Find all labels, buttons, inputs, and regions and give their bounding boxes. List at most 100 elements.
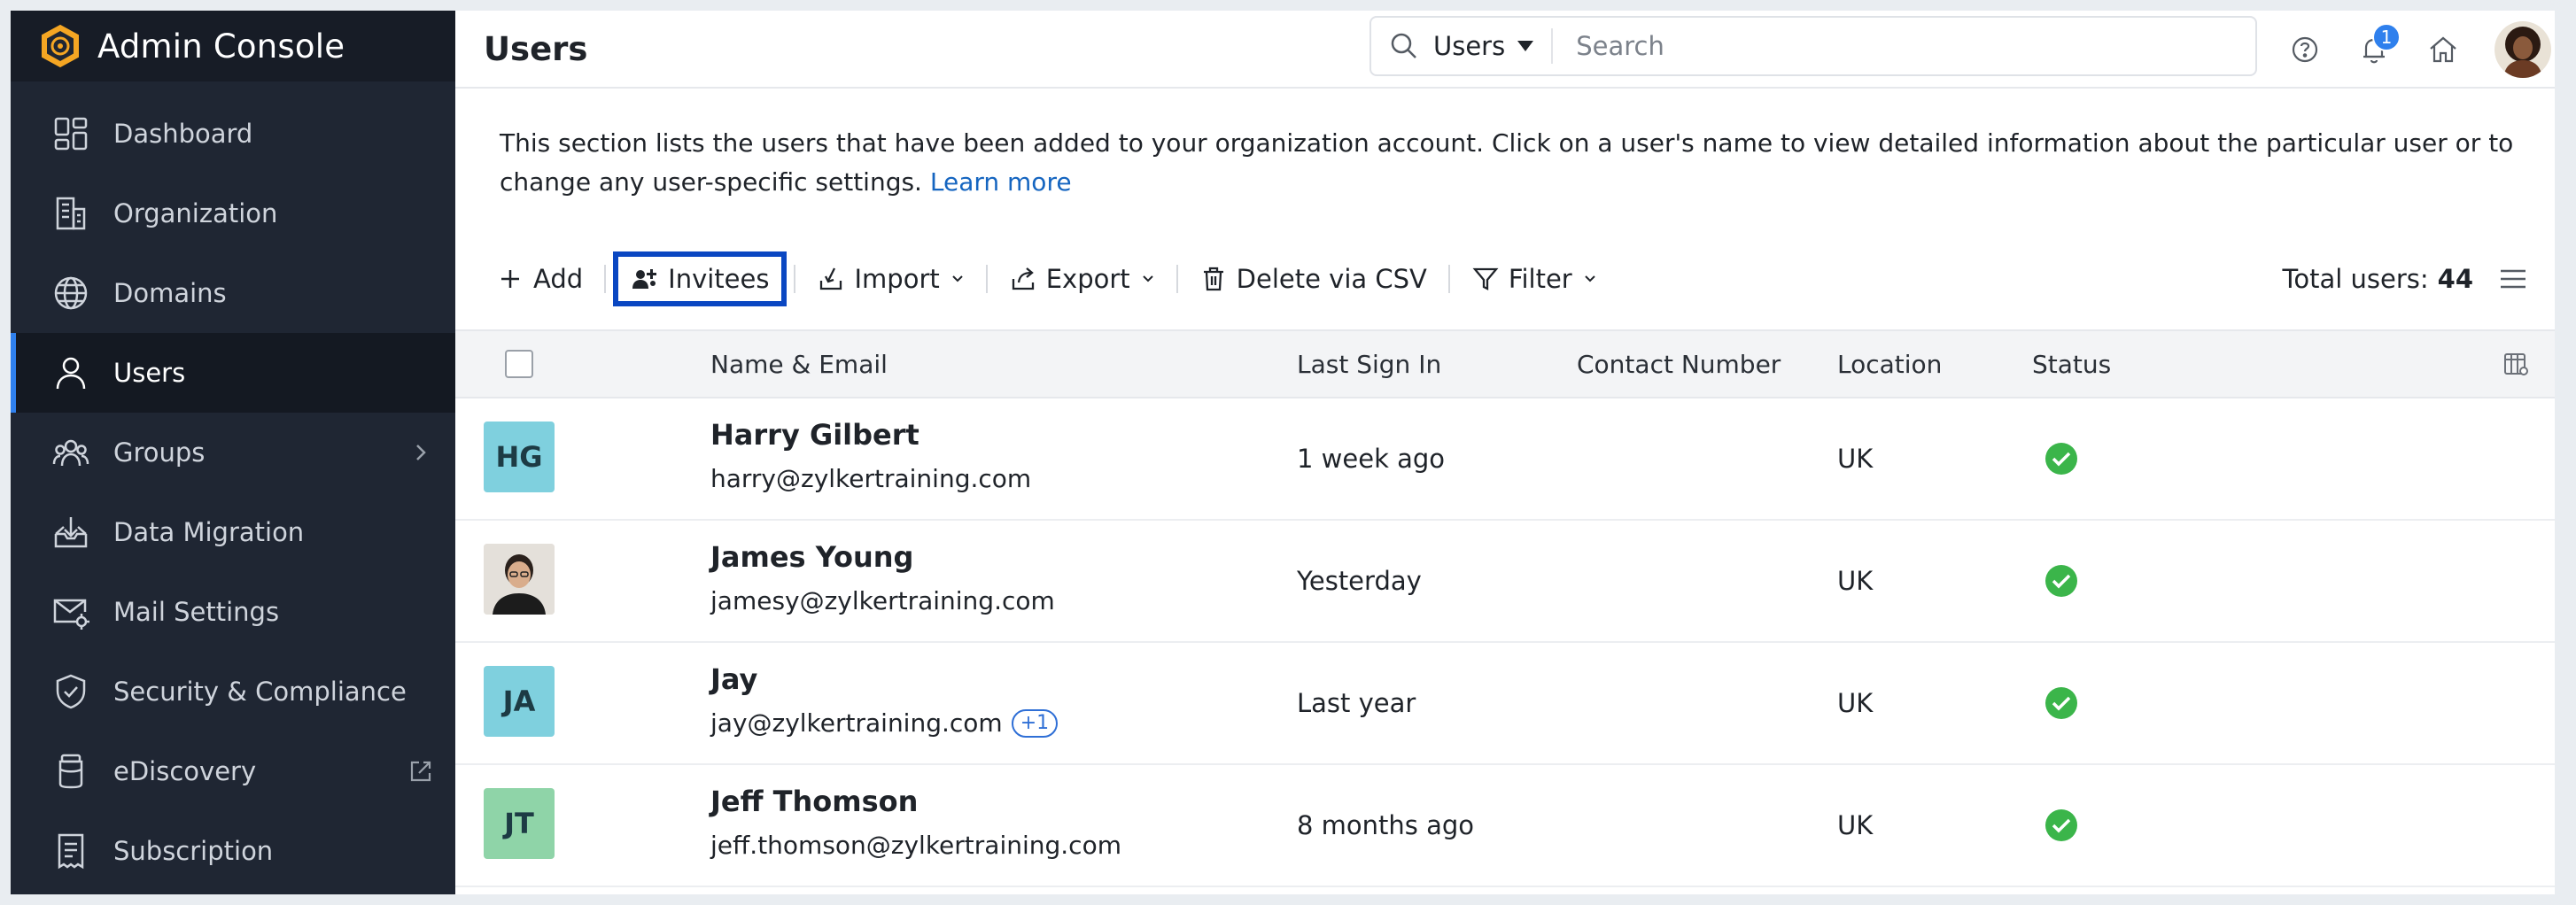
table-row[interactable]: James Young jamesy@zylkertraining.com Ye… <box>455 521 2555 643</box>
location-cell: UK <box>1837 444 1874 474</box>
invitees-icon <box>632 269 657 289</box>
sidebar-item-groups[interactable]: Groups <box>11 413 455 492</box>
sidebar-item-subscription[interactable]: Subscription <box>11 811 455 891</box>
status-active-icon <box>2045 809 2077 841</box>
filter-label: Filter <box>1508 264 1572 294</box>
filter-button[interactable]: Filter <box>1457 251 1611 306</box>
sidebar-item-label: Dashboard <box>113 119 253 149</box>
user-email-row: jamesy@zylkertraining.com <box>710 586 1055 615</box>
name-email-cell: Jeff Thomson jeff.thomson@zylkertraining… <box>710 785 1121 860</box>
dashboard-icon <box>54 117 88 151</box>
search-divider <box>1551 28 1554 64</box>
sidebar-item-ediscovery[interactable]: eDiscovery <box>11 731 455 811</box>
add-user-button[interactable]: Add <box>482 251 597 306</box>
last-sign-in-cell: 8 months ago <box>1297 810 1475 840</box>
user-avatar[interactable] <box>2495 21 2551 78</box>
location-cell: UK <box>1837 688 1874 718</box>
description-text: This section lists the users that have b… <box>500 128 2514 197</box>
sidebar-nav: Dashboard Organization Domains Users Gro… <box>11 81 455 891</box>
user-email: jay@zylkertraining.com <box>710 708 1003 738</box>
top-bar: Users Users Search 1 <box>455 11 2555 89</box>
select-all-cell <box>505 331 533 397</box>
user-email: harry@zylkertraining.com <box>710 464 1032 493</box>
column-last-sign-in[interactable]: Last Sign In <box>1297 331 1441 397</box>
sidebar-item-security-compliance[interactable]: Security & Compliance <box>11 652 455 731</box>
receipt-icon <box>58 833 84 870</box>
user-email-row: jay@zylkertraining.com +1 <box>710 708 1059 738</box>
hamburger-menu-icon[interactable] <box>2498 266 2528 292</box>
sidebar-item-organization[interactable]: Organization <box>11 174 455 253</box>
export-button[interactable]: Export <box>995 251 1169 306</box>
toolbar-divider <box>604 265 607 293</box>
sidebar-item-label: eDiscovery <box>113 756 257 786</box>
notifications-button[interactable]: 1 <box>2356 23 2401 67</box>
invitees-button[interactable]: Invitees <box>613 251 788 306</box>
column-location[interactable]: Location <box>1837 331 1942 397</box>
column-name-email[interactable]: Name & Email <box>710 331 888 397</box>
chevron-down-icon <box>1142 275 1153 282</box>
sidebar-item-mail-settings[interactable]: Mail Settings <box>11 572 455 652</box>
caret-down-icon <box>1517 41 1534 51</box>
help-icon[interactable] <box>2287 32 2323 67</box>
name-email-cell: Harry Gilbert harry@zylkertraining.com <box>710 418 1031 493</box>
globe-icon <box>54 276 88 310</box>
column-status[interactable]: Status <box>2032 331 2111 397</box>
table-row[interactable]: JT Jeff Thomson jeff.thomson@zylkertrain… <box>455 765 2555 887</box>
sidebar-item-domains[interactable]: Domains <box>11 253 455 333</box>
export-label: Export <box>1045 264 1130 294</box>
select-all-checkbox[interactable] <box>505 350 533 378</box>
sidebar-item-dashboard[interactable]: Dashboard <box>11 94 455 174</box>
import-button[interactable]: Import <box>803 251 978 306</box>
sidebar-item-data-migration[interactable]: Data Migration <box>11 492 455 572</box>
name-email-cell: Jay jay@zylkertraining.com +1 <box>710 662 1059 738</box>
search-scope-dropdown[interactable]: Users <box>1433 31 1535 61</box>
learn-more-link[interactable]: Learn more <box>930 167 1072 197</box>
user-name-link[interactable]: Jeff Thomson <box>710 785 1121 825</box>
name-email-cell: James Young jamesy@zylkertraining.com <box>710 540 1055 615</box>
sidebar-item-label: Security & Compliance <box>113 677 407 707</box>
toolbar-divider <box>1447 265 1450 293</box>
user-name-link[interactable]: James Young <box>710 540 1055 581</box>
delete-csv-label: Delete via CSV <box>1236 264 1427 294</box>
extra-emails-badge[interactable]: +1 <box>1011 708 1059 738</box>
last-sign-in-cell: Last year <box>1297 688 1416 718</box>
mail-gear-icon <box>53 599 89 630</box>
avatar[interactable]: JT <box>484 788 555 859</box>
delete-via-csv-button[interactable]: Delete via CSV <box>1185 251 1441 306</box>
home-icon[interactable] <box>2425 32 2461 67</box>
avatar[interactable]: JA <box>484 666 555 737</box>
sidebar-item-label: Organization <box>113 198 278 228</box>
user-email-row: harry@zylkertraining.com <box>710 464 1031 493</box>
status-cell <box>2045 765 2078 886</box>
column-settings-cell <box>2502 331 2530 397</box>
inbox-download-icon <box>54 517 88 548</box>
toolbar: Add Invitees Import Export Delete via CS… <box>482 248 2528 310</box>
toolbar-divider <box>985 265 988 293</box>
brand[interactable]: Admin Console <box>11 11 455 81</box>
user-name-link[interactable]: Jay <box>710 662 1058 703</box>
column-contact-number[interactable]: Contact Number <box>1577 331 1781 397</box>
status-cell <box>2045 398 2078 519</box>
column-settings-icon[interactable] <box>2502 350 2530 378</box>
avatar[interactable] <box>484 544 555 615</box>
main-content: Users Users Search 1 This section lists … <box>455 11 2555 894</box>
search-input[interactable] <box>1576 31 2108 61</box>
sidebar-item-label: Domains <box>113 278 227 308</box>
top-icons: 1 <box>2287 11 2555 89</box>
status-active-icon <box>2045 687 2077 719</box>
user-name-link[interactable]: Harry Gilbert <box>710 418 1031 459</box>
table-row[interactable]: HG Harry Gilbert harry@zylkertraining.co… <box>455 398 2555 521</box>
sidebar-item-users[interactable]: Users <box>11 333 455 413</box>
user-email: jeff.thomson@zylkertraining.com <box>710 831 1121 860</box>
avatar[interactable]: HG <box>484 422 555 492</box>
external-link-icon[interactable] <box>407 758 434 785</box>
chevron-down-icon <box>1585 275 1595 282</box>
table-row[interactable]: JA Jay jay@zylkertraining.com +1 Last ye… <box>455 643 2555 765</box>
table-header: Name & Email Last Sign In Contact Number… <box>455 329 2555 398</box>
location-cell: UK <box>1837 566 1874 596</box>
trash-icon <box>1203 267 1223 291</box>
filter-icon <box>1472 267 1499 290</box>
sidebar-item-label: Groups <box>113 437 206 468</box>
archive-jar-icon <box>58 754 83 789</box>
shield-check-icon <box>56 674 86 709</box>
